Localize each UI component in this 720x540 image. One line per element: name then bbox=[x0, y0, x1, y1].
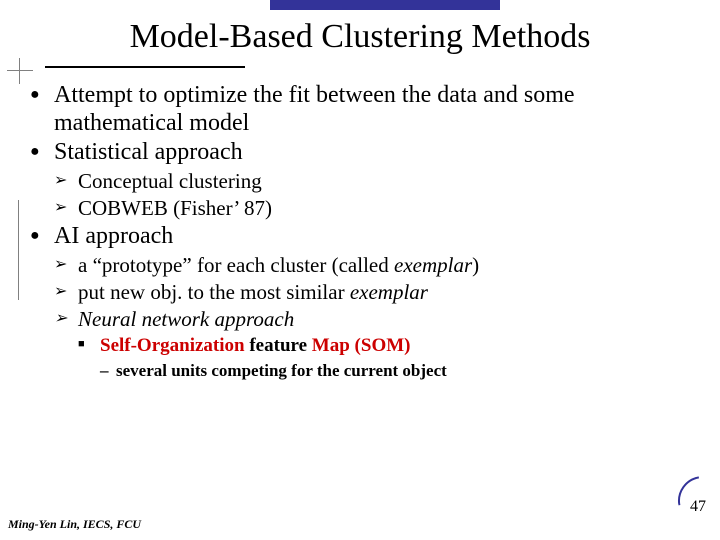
bullet-level1: AI approach bbox=[30, 223, 690, 251]
bullet-level2: COBWEB (Fisher’ 87) bbox=[54, 196, 690, 221]
accent-top-bar bbox=[270, 0, 500, 10]
text: ) bbox=[472, 253, 479, 277]
text-highlight: Self-Organization bbox=[100, 335, 245, 356]
text: a “prototype” for each cluster (called bbox=[78, 253, 394, 277]
text-highlight: Map (SOM) bbox=[312, 335, 411, 356]
text-emph: exemplar bbox=[350, 280, 428, 304]
slide-body: Attempt to optimize the fit between the … bbox=[30, 80, 690, 383]
vertical-rule bbox=[18, 200, 19, 300]
title-underline bbox=[45, 66, 245, 68]
slide-title: Model-Based Clustering Methods bbox=[0, 18, 720, 56]
text: feature bbox=[245, 335, 312, 356]
page-number: 47 bbox=[690, 498, 706, 516]
bullet-level4: several units competing for the current … bbox=[100, 360, 690, 381]
bullet-level2: Neural network approach bbox=[54, 307, 690, 332]
bullet-level3: Self-Organization feature Map (SOM) bbox=[78, 334, 690, 358]
footer-text: Ming-Yen Lin, IECS, FCU bbox=[8, 517, 141, 532]
bullet-level2: a “prototype” for each cluster (called e… bbox=[54, 253, 690, 278]
bullet-level1: Statistical approach bbox=[30, 139, 690, 167]
slide: Model-Based Clustering Methods Attempt t… bbox=[0, 0, 720, 540]
bullet-level2: put new obj. to the most similar exempla… bbox=[54, 280, 690, 305]
text-emph: exemplar bbox=[394, 253, 472, 277]
text: put new obj. to the most similar bbox=[78, 280, 350, 304]
bullet-level1: Attempt to optimize the fit between the … bbox=[30, 82, 690, 137]
bullet-level2: Conceptual clustering bbox=[54, 169, 690, 194]
